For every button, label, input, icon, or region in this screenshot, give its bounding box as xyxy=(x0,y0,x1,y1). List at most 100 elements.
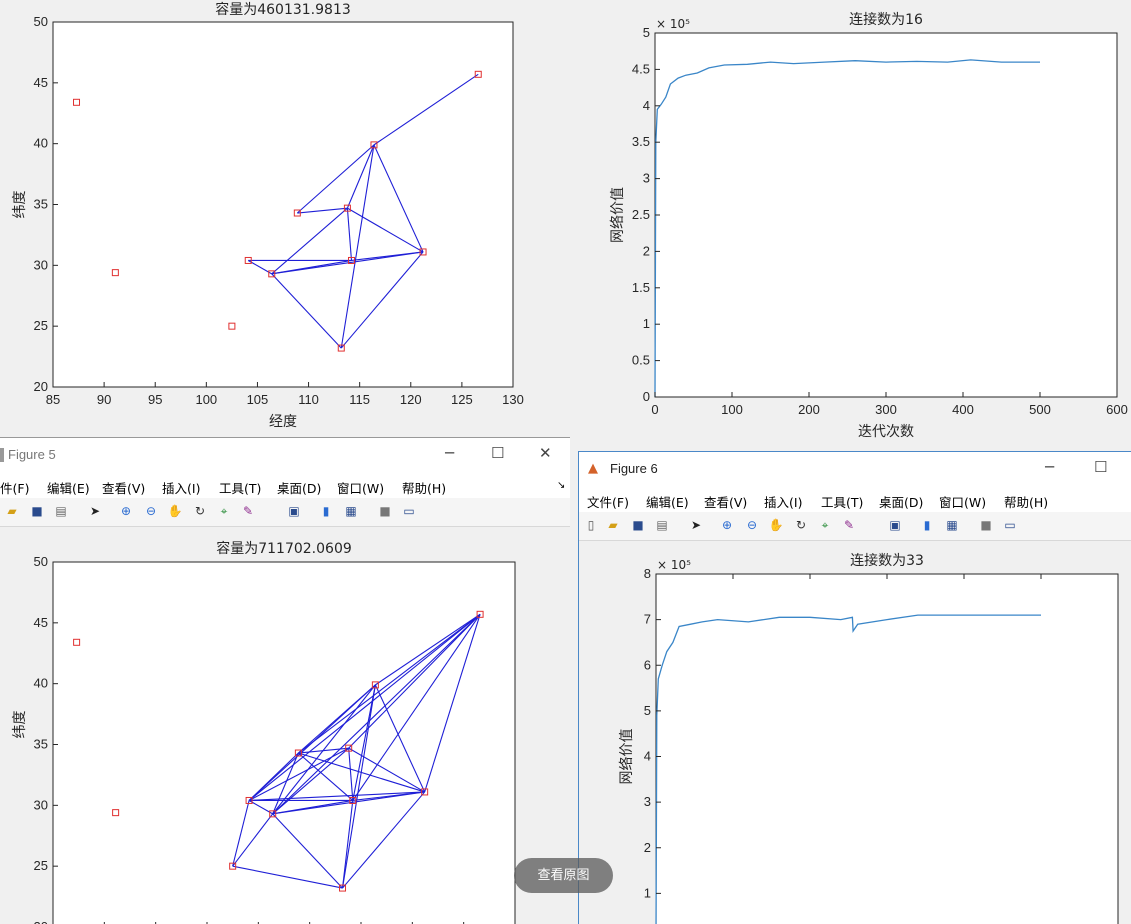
rotate-icon[interactable]: ↻ xyxy=(192,503,208,519)
matlab-logo-icon: ▲ xyxy=(588,461,598,476)
zoom-out-icon[interactable]: ⊖ xyxy=(744,517,760,533)
save-icon[interactable]: ■ xyxy=(630,517,646,533)
menu-edit[interactable]: 编辑(E) xyxy=(47,478,90,497)
y-tick-label: 0 xyxy=(643,389,650,404)
open-file-icon[interactable]: ▰ xyxy=(4,503,20,519)
print-icon[interactable]: ▤ xyxy=(654,517,670,533)
menu-view[interactable]: 查看(V) xyxy=(102,478,145,497)
menu-expand-icon[interactable]: ↘ xyxy=(557,480,565,491)
x-tick-label: 115 xyxy=(349,392,370,407)
x-tick-label: 120 xyxy=(400,392,422,407)
maximize-button[interactable]: ☐ xyxy=(491,444,504,462)
y-tick-label: 20 xyxy=(34,919,48,924)
save-icon[interactable]: ■ xyxy=(29,503,45,519)
y-axis-exponent: × 10⁵ xyxy=(656,17,690,31)
pan-icon[interactable]: ✋ xyxy=(167,503,183,519)
chart-title: 连接数为33 xyxy=(850,552,924,569)
x-tick-label: 125 xyxy=(451,392,473,407)
y-tick-label: 20 xyxy=(34,379,48,394)
close-button[interactable]: ✕ xyxy=(539,444,552,462)
figure-connections-16: 0 100 200 300 400 500 600 0 0.5 1 1.5 2 2.5 3 3.5 4 4.5 5… xyxy=(578,0,1131,448)
x-tick-label: 100 xyxy=(721,402,743,417)
menu-tools[interactable]: 工具(T) xyxy=(821,492,863,511)
y-tick-label: 40 xyxy=(34,676,48,691)
hide-tools-icon[interactable]: ■ xyxy=(978,517,994,533)
zoom-out-icon[interactable]: ⊖ xyxy=(143,503,159,519)
y-tick-label: 5 xyxy=(644,703,651,718)
hide-tools-icon[interactable]: ■ xyxy=(377,503,393,519)
pointer-icon[interactable]: ➤ xyxy=(87,503,103,519)
window-title: Figure 6 xyxy=(610,461,658,476)
y-axis-label: 网络价值 xyxy=(619,729,635,785)
chart-title: 容量为460131.9813 xyxy=(215,1,351,18)
figure-5-window: Figure 5 ─ ☐ ✕ 件(F) 编辑(E) 查看(V) 插入(I) 工具… xyxy=(0,437,570,924)
show-tools-icon[interactable]: ▭ xyxy=(1002,517,1018,533)
menu-window[interactable]: 窗口(W) xyxy=(337,478,384,497)
y-tick-label: 6 xyxy=(644,657,651,672)
new-figure-icon[interactable]: ▯ xyxy=(583,517,599,533)
open-file-icon[interactable]: ▰ xyxy=(605,517,621,533)
y-tick-label: 30 xyxy=(34,257,48,272)
window-title: Figure 5 xyxy=(8,447,56,462)
y-tick-label: 45 xyxy=(34,615,48,630)
convergence-plot-figure-6: 1 2 3 4 5 6 7 8 连接数为33 × 10⁵ 网络价值 xyxy=(619,552,1119,924)
brush-icon[interactable]: ✎ xyxy=(240,503,256,519)
y-tick-label: 25 xyxy=(34,858,48,873)
view-original-button[interactable]: 查看原图 xyxy=(514,858,613,893)
menu-window[interactable]: 窗口(W) xyxy=(939,492,986,511)
zoom-in-icon[interactable]: ⊕ xyxy=(118,503,134,519)
legend-icon[interactable]: ▦ xyxy=(343,503,359,519)
menu-desktop[interactable]: 桌面(D) xyxy=(277,478,321,497)
figure-6-window: ▲ Figure 6 ─ ☐ 文件(F) 编辑(E) 查看(V) 插入(I) 工… xyxy=(578,451,1131,924)
minimize-button[interactable]: ─ xyxy=(1045,458,1054,476)
x-axis-label: 经度 xyxy=(269,414,297,430)
x-tick-label: 85 xyxy=(46,392,60,407)
chart-title: 连接数为16 xyxy=(849,11,923,28)
legend-icon[interactable]: ▦ xyxy=(944,517,960,533)
colorbar-icon[interactable]: ▮ xyxy=(919,517,935,533)
x-tick-label: 500 xyxy=(1029,402,1051,417)
pointer-icon[interactable]: ➤ xyxy=(688,517,704,533)
brush-icon[interactable]: ✎ xyxy=(841,517,857,533)
menu-help[interactable]: 帮助(H) xyxy=(1004,492,1048,511)
maximize-button[interactable]: ☐ xyxy=(1094,458,1107,476)
plot-area xyxy=(53,22,513,387)
show-tools-icon[interactable]: ▭ xyxy=(401,503,417,519)
menu-help[interactable]: 帮助(H) xyxy=(402,478,446,497)
menu-tools[interactable]: 工具(T) xyxy=(219,478,261,497)
link-plot-icon[interactable]: ▣ xyxy=(286,503,302,519)
y-tick-label: 0.5 xyxy=(632,353,650,368)
menu-edit[interactable]: 编辑(E) xyxy=(646,492,689,511)
x-tick-label: 0 xyxy=(651,402,658,417)
pan-icon[interactable]: ✋ xyxy=(768,517,784,533)
figure-6-menubar: 文件(F) 编辑(E) 查看(V) 插入(I) 工具(T) 桌面(D) 窗口(W… xyxy=(579,486,1131,512)
x-tick-label: 200 xyxy=(798,402,820,417)
x-tick-label: 110 xyxy=(298,392,319,407)
menu-desktop[interactable]: 桌面(D) xyxy=(879,492,923,511)
y-axis-label: 纬度 xyxy=(12,711,28,739)
plot-area xyxy=(655,33,1117,397)
y-tick-label: 50 xyxy=(34,14,48,29)
print-icon[interactable]: ▤ xyxy=(53,503,69,519)
x-tick-label: 400 xyxy=(952,402,974,417)
minimize-button[interactable]: ─ xyxy=(445,444,454,462)
data-cursor-icon[interactable]: ⌖ xyxy=(216,503,232,519)
y-tick-label: 5 xyxy=(643,25,650,40)
y-tick-label: 45 xyxy=(34,75,48,90)
y-tick-label: 1.5 xyxy=(632,280,650,295)
menu-view[interactable]: 查看(V) xyxy=(704,492,747,511)
zoom-in-icon[interactable]: ⊕ xyxy=(719,517,735,533)
y-tick-label: 7 xyxy=(644,612,651,627)
y-tick-label: 8 xyxy=(644,566,651,581)
menu-file[interactable]: 文件(F) xyxy=(587,492,629,511)
rotate-icon[interactable]: ↻ xyxy=(793,517,809,533)
menu-insert[interactable]: 插入(I) xyxy=(162,478,200,497)
colorbar-icon[interactable]: ▮ xyxy=(318,503,334,519)
menu-insert[interactable]: 插入(I) xyxy=(764,492,802,511)
menu-file[interactable]: 件(F) xyxy=(0,478,29,497)
data-cursor-icon[interactable]: ⌖ xyxy=(817,517,833,533)
x-tick-label: 600 xyxy=(1106,402,1128,417)
y-axis-exponent: × 10⁵ xyxy=(657,558,691,572)
y-tick-label: 2 xyxy=(644,840,651,855)
link-plot-icon[interactable]: ▣ xyxy=(887,517,903,533)
